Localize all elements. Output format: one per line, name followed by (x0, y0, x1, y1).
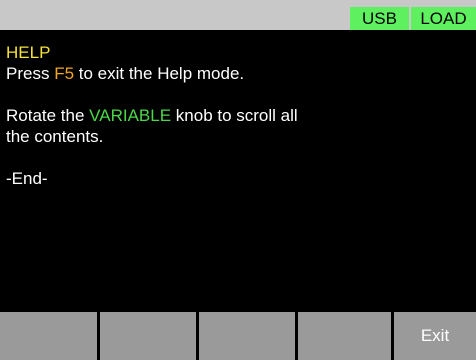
help-line-scroll-prefix: Rotate the (6, 106, 90, 125)
help-line-scroll-suffix: knob to scroll all (171, 106, 298, 125)
help-line-exit-suffix: to exit the Help mode. (74, 64, 245, 83)
help-end-marker: -End- (6, 169, 48, 188)
softkey-f4[interactable] (298, 312, 391, 360)
usb-status-badge: USB (350, 7, 409, 30)
load-status-badge: LOAD (411, 7, 476, 30)
softkey-bar: Exit (0, 312, 476, 360)
help-line-scroll: Rotate the VARIABLE knob to scroll all (6, 105, 298, 126)
help-line-exit: Press F5 to exit the Help mode. (6, 63, 298, 84)
f5-key-highlight: F5 (54, 64, 75, 83)
softkey-f1[interactable] (0, 312, 97, 360)
help-line-contents: the contents. (6, 127, 104, 146)
status-bar: USB LOAD (0, 0, 476, 30)
softkey-f2[interactable] (100, 312, 196, 360)
variable-knob-highlight: VARIABLE (89, 106, 172, 125)
exit-button[interactable]: Exit (394, 312, 476, 360)
softkey-f3[interactable] (199, 312, 295, 360)
help-content: HELP Press F5 to exit the Help mode. Rot… (6, 42, 298, 189)
help-line-exit-prefix: Press (6, 64, 55, 83)
help-title: HELP (6, 43, 51, 62)
